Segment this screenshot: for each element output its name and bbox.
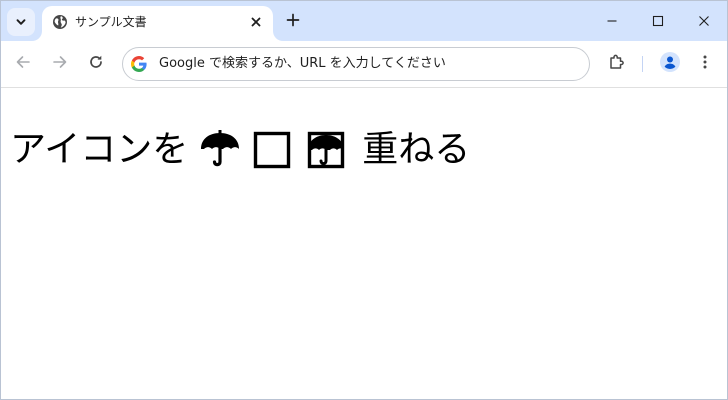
close-icon [698, 12, 710, 31]
kebab-menu-icon [697, 54, 713, 74]
browser-menu-button[interactable] [691, 50, 719, 78]
extensions-button[interactable] [603, 50, 631, 78]
close-icon[interactable] [248, 14, 264, 30]
profile-button[interactable] [656, 50, 684, 78]
overlaid-umbrella-square-icon [306, 130, 350, 170]
chevron-down-icon [15, 13, 27, 32]
address-bar[interactable]: Google で検索するか、URL を入力してください [122, 47, 590, 81]
browser-toolbar: Google で検索するか、URL を入力してください [1, 41, 727, 88]
minimize-button[interactable] [589, 1, 635, 41]
heading-text-end: 重ねる [362, 129, 471, 170]
heading-text-start: アイコンを [10, 129, 189, 170]
reload-button[interactable] [82, 50, 110, 78]
globe-icon [52, 14, 68, 30]
square-outline-icon [252, 130, 296, 170]
browser-window: サンプル文書 Google で検索するか、URL を入力してください アイコンを… [0, 0, 728, 400]
close-window-button[interactable] [681, 1, 727, 41]
forward-button[interactable] [46, 50, 74, 78]
tab-strip: サンプル文書 [1, 1, 727, 41]
minimize-icon [606, 12, 618, 31]
umbrella-icon [198, 130, 242, 170]
page-heading: アイコンを 重ねる [10, 128, 470, 172]
plus-icon [286, 12, 300, 31]
reload-icon [88, 54, 104, 74]
maximize-icon [652, 12, 664, 31]
tab-active[interactable]: サンプル文書 [42, 6, 273, 41]
arrow-left-icon [15, 54, 31, 74]
back-button[interactable] [9, 50, 37, 78]
page-content: アイコンを 重ねる [1, 88, 727, 399]
maximize-button[interactable] [635, 1, 681, 41]
toolbar-divider [642, 56, 643, 72]
tab-title: サンプル文書 [75, 15, 147, 29]
person-icon [660, 52, 680, 76]
address-placeholder: Google で検索するか、URL を入力してください [159, 56, 446, 71]
arrow-right-icon [52, 54, 68, 74]
google-icon [131, 56, 147, 72]
tab-search-button[interactable] [7, 8, 35, 36]
new-tab-button[interactable] [283, 11, 303, 31]
puzzle-icon [608, 53, 626, 75]
